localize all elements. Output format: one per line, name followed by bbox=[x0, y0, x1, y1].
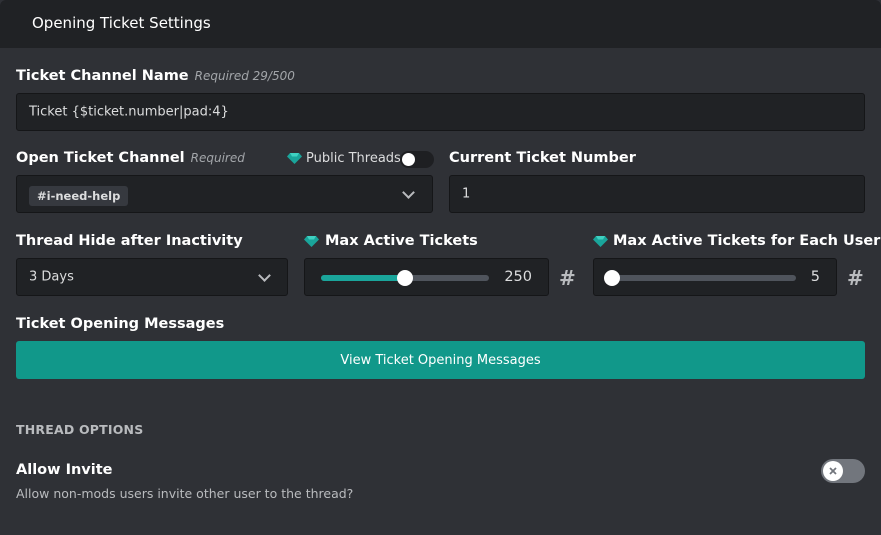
page-title: Opening Ticket Settings bbox=[32, 14, 211, 32]
max-per-user-slider-thumb[interactable] bbox=[604, 270, 620, 286]
hide-after-select[interactable]: 3 Days bbox=[16, 258, 288, 296]
public-threads-label: Public Threads bbox=[306, 151, 401, 166]
current-number-value: 1 bbox=[462, 186, 471, 202]
hash-icon: # bbox=[847, 266, 864, 290]
hash-icon: # bbox=[559, 266, 576, 290]
gem-icon bbox=[304, 236, 319, 247]
max-per-user-slider[interactable] bbox=[604, 270, 796, 286]
max-active-slider-thumb[interactable] bbox=[397, 270, 413, 286]
chevron-down-icon bbox=[258, 269, 271, 282]
max-per-user-value: 5 bbox=[810, 269, 820, 285]
opening-messages-label: Ticket Opening Messages bbox=[16, 316, 225, 332]
allow-invite-toggle[interactable] bbox=[821, 459, 865, 483]
open-channel-hint: Required bbox=[190, 151, 245, 165]
channel-name-input[interactable]: Ticket {$ticket.number|pad:4} bbox=[16, 93, 865, 131]
gem-icon bbox=[287, 153, 302, 164]
max-active-label: Max Active Tickets bbox=[325, 233, 478, 249]
allow-invite-description: Allow non-mods users invite other user t… bbox=[16, 486, 354, 501]
current-number-input[interactable]: 1 bbox=[449, 175, 865, 213]
open-channel-select[interactable]: #i-need-help bbox=[16, 175, 433, 213]
hide-after-value: 3 Days bbox=[29, 269, 74, 285]
channel-name-label-text: Ticket Channel Name bbox=[16, 68, 189, 84]
view-opening-messages-button[interactable]: View Ticket Opening Messages bbox=[16, 341, 865, 379]
hide-after-label: Thread Hide after Inactivity bbox=[16, 233, 243, 249]
max-active-slider-fill bbox=[321, 275, 405, 281]
max-per-user-control: 5 bbox=[593, 258, 837, 296]
gem-icon bbox=[593, 236, 608, 247]
current-number-label: Current Ticket Number bbox=[449, 150, 636, 166]
chevron-down-icon bbox=[402, 186, 415, 199]
public-threads-toggle[interactable] bbox=[400, 151, 434, 168]
close-icon bbox=[829, 467, 837, 475]
modal-header: Opening Ticket Settings bbox=[0, 0, 881, 48]
public-threads-toggle-knob bbox=[402, 153, 415, 166]
thread-options-title: THREAD OPTIONS bbox=[16, 422, 144, 437]
max-active-value: 250 bbox=[504, 269, 532, 285]
max-active-control: 250 bbox=[304, 258, 549, 296]
channel-name-label: Ticket Channel Name Required 29/500 bbox=[16, 68, 295, 84]
channel-name-hint: Required 29/500 bbox=[194, 69, 295, 83]
channel-name-value: Ticket {$ticket.number|pad:4} bbox=[29, 104, 229, 120]
open-channel-label-text: Open Ticket Channel bbox=[16, 150, 185, 166]
allow-invite-label: Allow Invite bbox=[16, 462, 113, 478]
channel-chip: #i-need-help bbox=[29, 186, 129, 206]
open-channel-label: Open Ticket Channel Required bbox=[16, 150, 245, 166]
allow-invite-toggle-knob bbox=[823, 461, 843, 481]
max-per-user-label: Max Active Tickets for Each User bbox=[613, 233, 881, 249]
max-active-slider[interactable] bbox=[321, 270, 489, 286]
